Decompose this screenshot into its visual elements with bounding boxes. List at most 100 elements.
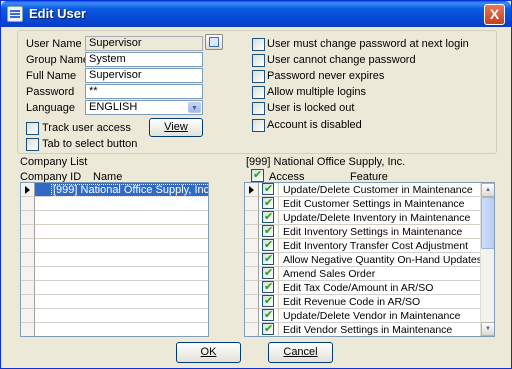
company-row[interactable] [35,225,208,239]
cancel-button[interactable]: Cancel [268,342,333,363]
option-checkbox-password-never-expires[interactable] [252,70,265,83]
company-row-selector[interactable] [21,309,35,323]
company-row[interactable] [35,211,208,225]
option-label-locked-out: User is locked out [267,102,355,114]
close-button[interactable]: X [484,4,505,25]
column-divider [278,323,279,336]
access-row-selector[interactable] [245,239,259,253]
access-row[interactable]: Edit Vendor Settings in Maintenance [259,322,480,336]
window-title: Edit User [29,6,87,21]
tab-to-select-label: Tab to select button [42,138,138,150]
access-row-checkbox[interactable] [262,210,274,223]
company-row-selector[interactable] [21,197,35,211]
scroll-down-icon[interactable]: ▼ [481,322,494,336]
company-row-selector[interactable] [21,225,35,239]
option-label-password-never-expires: Password never expires [267,70,385,82]
access-row-checkbox[interactable] [262,294,274,307]
column-divider [278,253,279,267]
company-row-selector[interactable] [21,295,35,309]
access-select-all-checkbox[interactable] [251,168,264,182]
title-bar[interactable]: Edit User X [1,1,511,27]
access-row-checkbox[interactable] [262,252,274,265]
access-row-checkbox[interactable] [262,196,274,209]
access-row-selector[interactable] [245,211,259,225]
access-row-selector[interactable] [245,295,259,309]
option-checkbox-allow-multiple-logins[interactable] [252,86,265,99]
column-divider [278,183,279,197]
access-row[interactable]: Edit Inventory Transfer Cost Adjustment [259,238,480,253]
access-row-selector[interactable] [245,267,259,281]
company-row[interactable] [35,323,208,336]
access-row-selector[interactable] [245,253,259,267]
access-scrollbar[interactable]: ▲ ▼ [480,183,494,336]
company-row[interactable] [35,253,208,267]
access-row-selector[interactable] [245,225,259,239]
company-list-grid[interactable]: [999] National Office Supply, Inc. [20,182,209,337]
company-row[interactable] [35,239,208,253]
access-row-checkbox[interactable] [262,280,274,293]
access-row-selector[interactable] [245,309,259,323]
option-checkbox-must-change-password[interactable] [252,38,265,51]
access-row[interactable]: Edit Inventory Settings in Maintenance [259,224,480,239]
full-name-field[interactable]: Supervisor [85,68,203,83]
company-row[interactable] [35,197,208,211]
access-row-selector[interactable] [245,197,259,211]
scroll-thumb[interactable] [481,197,494,249]
column-divider [278,225,279,239]
scroll-up-icon[interactable]: ▲ [481,183,494,197]
company-row-selector[interactable] [21,267,35,281]
access-row[interactable]: Update/Delete Inventory in Maintenance [259,210,480,225]
access-row-feature: Update/Delete Vendor in Maintenance [283,310,461,322]
company-list-title: Company List [20,156,88,168]
track-user-access-checkbox[interactable] [26,122,39,135]
company-row-selector[interactable] [21,253,35,267]
company-row-selector[interactable] [21,183,35,197]
language-value: ENGLISH [89,101,138,113]
group-name-field[interactable]: System [85,52,203,67]
option-checkbox-cannot-change-password[interactable] [252,54,265,67]
column-divider [278,295,279,309]
view-button[interactable]: View [149,118,203,137]
option-checkbox-account-disabled[interactable] [252,119,265,132]
company-row[interactable]: [999] National Office Supply, Inc. [35,183,208,197]
access-row[interactable]: Edit Tax Code/Amount in AR/SO [259,280,480,295]
access-row-checkbox[interactable] [262,238,274,251]
column-divider [278,211,279,225]
column-divider [278,267,279,281]
access-row-checkbox[interactable] [262,224,274,237]
company-row[interactable] [35,281,208,295]
access-row[interactable]: Edit Revenue Code in AR/SO [259,294,480,309]
access-row-checkbox[interactable] [262,322,274,335]
access-row[interactable]: Update/Delete Customer in Maintenance [259,183,480,197]
company-row-selector[interactable] [21,211,35,225]
access-row-checkbox[interactable] [262,266,274,279]
company-row[interactable] [35,295,208,309]
company-row[interactable] [35,309,208,323]
full-name-label: Full Name [26,70,77,82]
access-row[interactable]: Allow Negative Quantity On-Hand Updates [259,252,482,267]
ok-button[interactable]: OK [176,342,241,363]
access-row-feature: Edit Inventory Transfer Cost Adjustment [283,240,469,252]
password-field[interactable]: ** [85,84,203,99]
option-checkbox-locked-out[interactable] [252,102,265,115]
column-divider [278,197,279,211]
company-row-selector[interactable] [21,239,35,253]
language-label: Language [26,102,75,114]
access-row[interactable]: Amend Sales Order [259,266,480,281]
access-row-selector[interactable] [245,323,259,336]
access-row[interactable]: Edit Customer Settings in Maintenance [259,196,480,211]
user-lookup-button[interactable] [205,34,223,50]
access-row-checkbox[interactable] [262,183,274,195]
access-row-feature: Update/Delete Customer in Maintenance [283,184,473,196]
company-row-selector[interactable] [21,281,35,295]
language-select[interactable]: ENGLISH ▼ [85,100,203,115]
company-row-selector[interactable] [21,323,35,336]
access-feature-grid[interactable]: Update/Delete Customer in Maintenance Edi… [244,182,495,337]
chevron-down-icon[interactable]: ▼ [188,102,201,113]
access-row[interactable]: Update/Delete Vendor in Maintenance [259,308,480,323]
company-row[interactable] [35,267,208,281]
access-row-checkbox[interactable] [262,308,274,321]
tab-to-select-checkbox[interactable] [26,138,39,151]
access-row-selector[interactable] [245,281,259,295]
access-row-selector[interactable] [245,183,259,197]
